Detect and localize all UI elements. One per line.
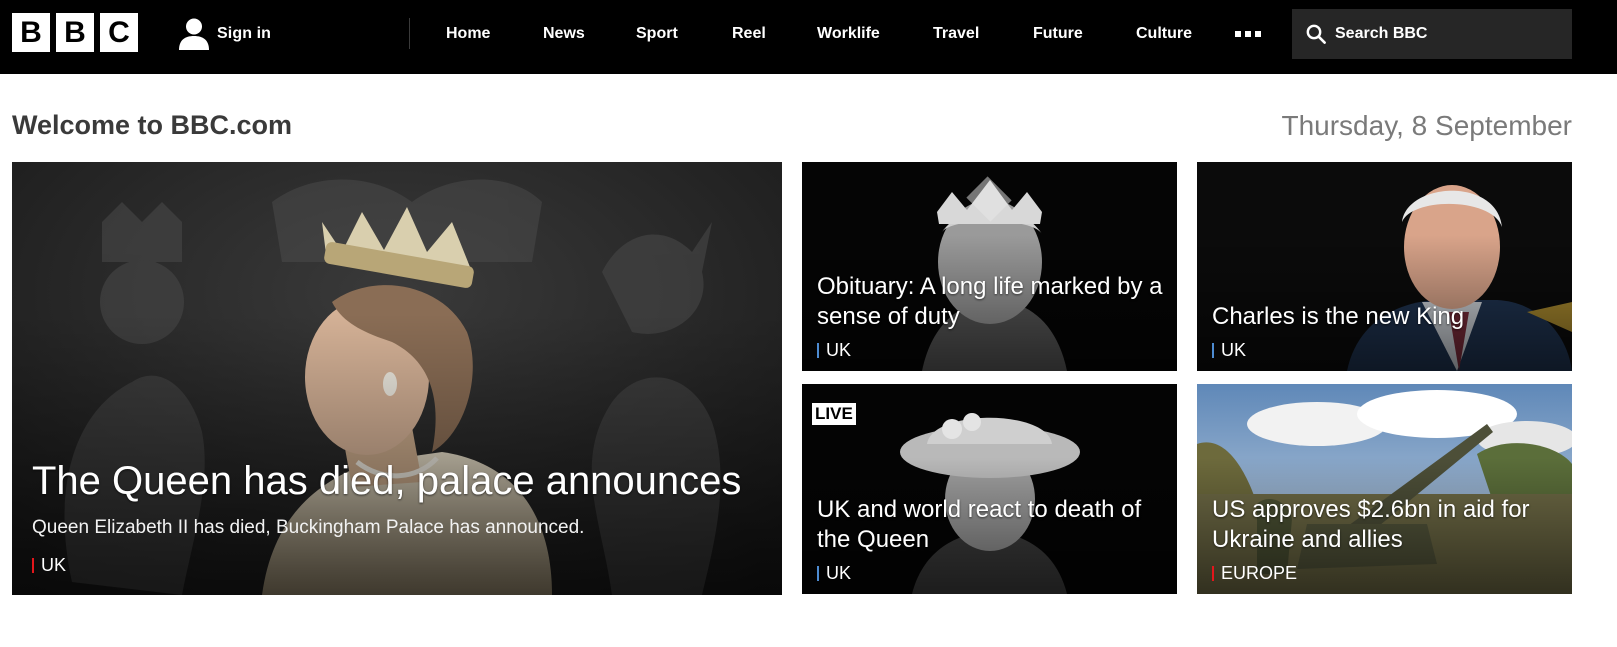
- sign-in-label: Sign in: [217, 25, 272, 42]
- user-icon: [179, 18, 209, 50]
- tag-bar: [817, 565, 819, 581]
- story-title-obituary[interactable]: Obituary: A long life marked by a sense …: [817, 272, 1165, 332]
- more-icon: [1235, 31, 1261, 37]
- bbc-logo[interactable]: B B C: [12, 13, 138, 52]
- story-tag-label-reaction: UK: [826, 563, 852, 583]
- tag-bar: [1212, 565, 1214, 581]
- story-text-ukraine: US approves $2.6bn in aid for Ukraine an…: [1212, 495, 1560, 583]
- logo-letter-c: C: [100, 13, 138, 52]
- story-title-king[interactable]: Charles is the new King: [1212, 302, 1560, 332]
- story-text-king: Charles is the new King UK: [1212, 302, 1560, 360]
- hero-story-card[interactable]: The Queen has died, palace announces Que…: [12, 162, 782, 595]
- page-date: Thursday, 8 September: [1281, 110, 1572, 141]
- story-tag-obituary[interactable]: UK: [817, 340, 1165, 360]
- nav-culture[interactable]: Culture: [1136, 25, 1192, 43]
- story-tag-label-obituary: UK: [826, 340, 852, 360]
- hero-story-text: The Queen has died, palace announces Que…: [32, 457, 770, 575]
- tag-bar: [817, 342, 819, 358]
- nav-worklife[interactable]: Worklife: [817, 25, 880, 43]
- story-card-ukraine[interactable]: US approves $2.6bn in aid for Ukraine an…: [1197, 384, 1572, 594]
- nav-divider: [409, 18, 410, 49]
- story-tag-label-ukraine: EUROPE: [1221, 563, 1298, 583]
- nav-home[interactable]: Home: [446, 25, 490, 43]
- story-tag-reaction[interactable]: UK: [817, 563, 1165, 583]
- logo-letter-b2: B: [56, 13, 94, 52]
- search-box[interactable]: [1292, 9, 1572, 59]
- story-tag-ukraine[interactable]: EUROPE: [1212, 563, 1560, 583]
- search-input[interactable]: [1335, 25, 1555, 43]
- nav-news[interactable]: News: [543, 25, 585, 43]
- story-card-king[interactable]: Charles is the new King UK: [1197, 162, 1572, 371]
- nav-travel[interactable]: Travel: [933, 25, 979, 43]
- story-card-reaction[interactable]: LIVE UK and world react to death of the …: [802, 384, 1177, 594]
- tag-bar: [1212, 342, 1214, 358]
- search-icon: [1306, 24, 1326, 44]
- story-title-ukraine[interactable]: US approves $2.6bn in aid for Ukraine an…: [1212, 495, 1560, 555]
- story-text-obituary: Obituary: A long life marked by a sense …: [817, 272, 1165, 360]
- hero-story-tag-label: UK: [41, 555, 67, 575]
- tag-bar: [32, 557, 34, 573]
- story-tag-king[interactable]: UK: [1212, 340, 1560, 360]
- nav-reel[interactable]: Reel: [732, 25, 766, 43]
- nav-future[interactable]: Future: [1033, 25, 1083, 43]
- live-badge: LIVE: [812, 403, 856, 425]
- sign-in-link[interactable]: Sign in: [179, 18, 271, 50]
- hero-story-title[interactable]: The Queen has died, palace announces: [32, 457, 770, 505]
- logo-letter-b1: B: [12, 13, 50, 52]
- page-title: Welcome to BBC.com: [12, 110, 293, 140]
- nav-sport[interactable]: Sport: [636, 25, 678, 43]
- story-card-obituary[interactable]: Obituary: A long life marked by a sense …: [802, 162, 1177, 371]
- top-navigation-bar: B B C Sign in Home News Sport Reel Workl…: [0, 0, 1617, 74]
- hero-story-tag[interactable]: UK: [32, 555, 770, 575]
- hero-story-summary: Queen Elizabeth II has died, Buckingham …: [32, 517, 585, 538]
- more-menu-button[interactable]: [1235, 26, 1263, 44]
- story-tag-label-king: UK: [1221, 340, 1247, 360]
- story-text-reaction: UK and world react to death of the Queen…: [817, 495, 1165, 583]
- story-title-reaction[interactable]: UK and world react to death of the Queen: [817, 495, 1165, 555]
